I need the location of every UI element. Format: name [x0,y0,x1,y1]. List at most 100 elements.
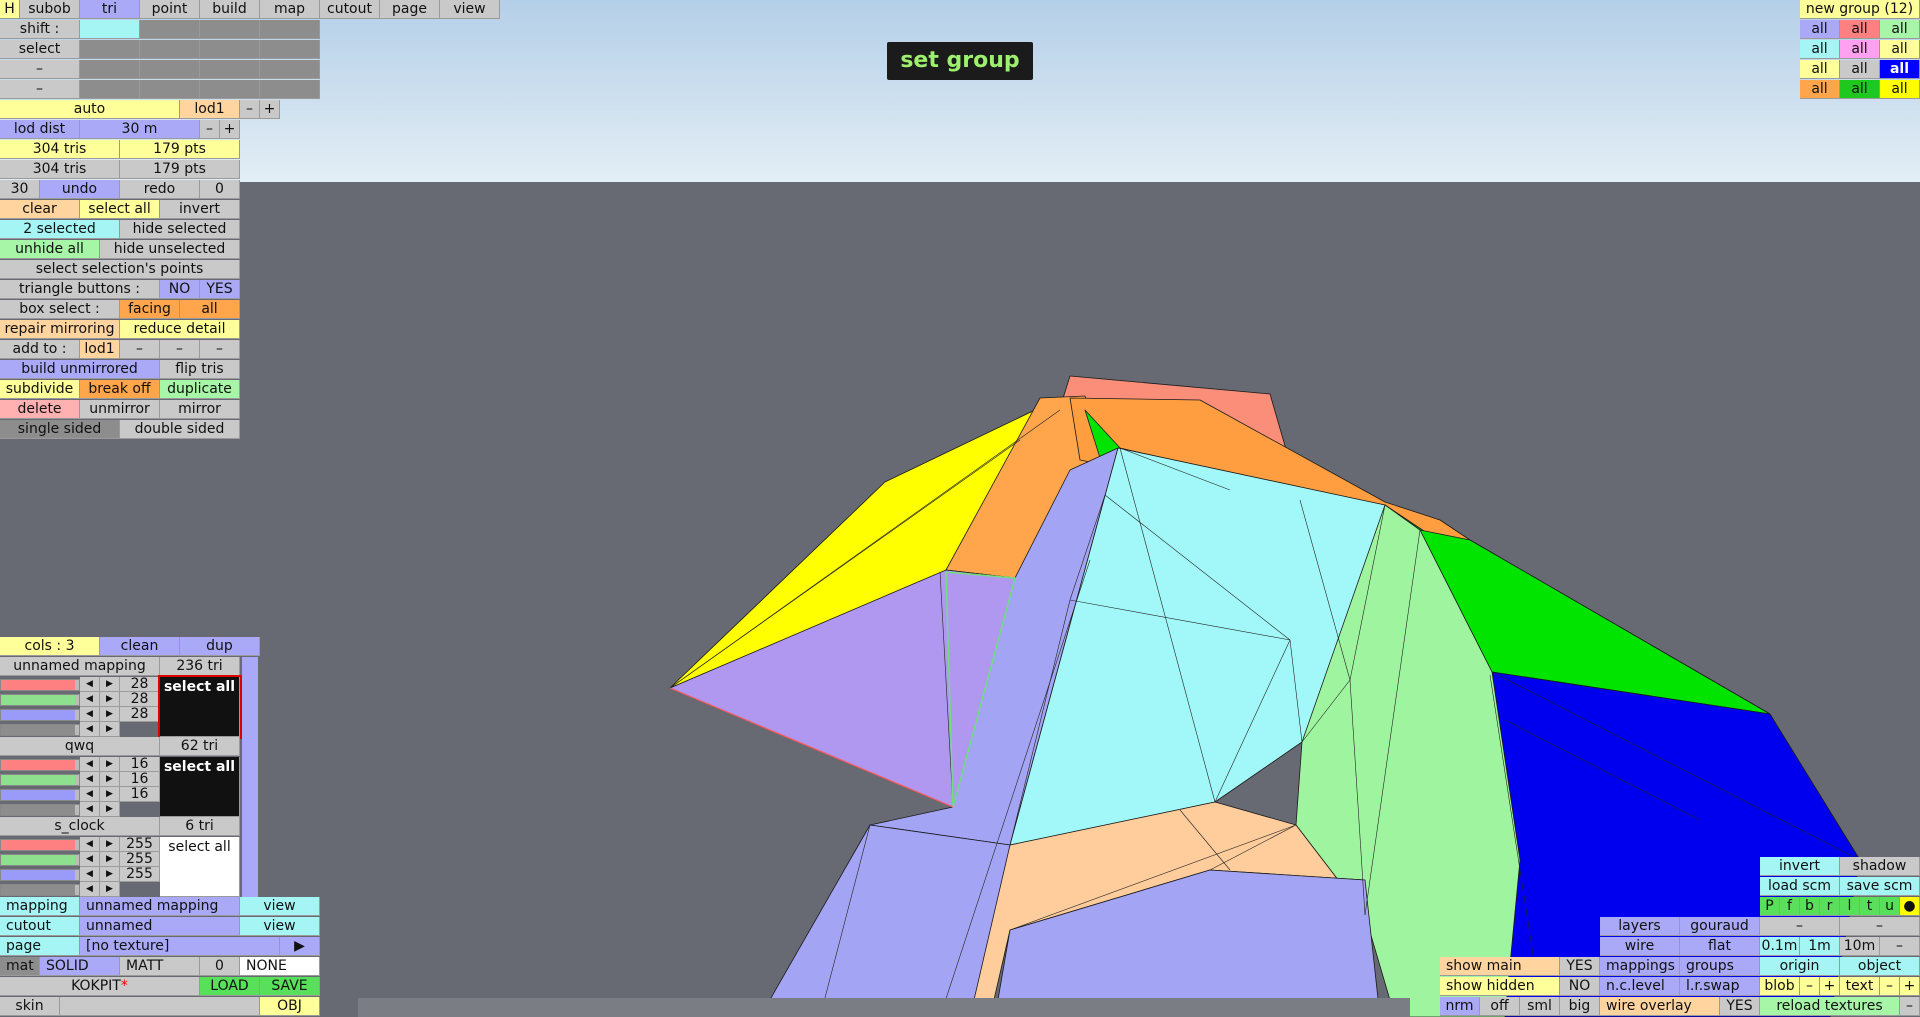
cols-label[interactable]: cols : 3 [0,637,100,656]
dash-slot[interactable] [200,80,260,99]
auto-button[interactable]: auto [0,100,180,119]
view-letter-button[interactable]: P [1760,897,1780,916]
view-letter-button[interactable]: u [1880,897,1900,916]
invert-view-button[interactable]: invert [1760,857,1840,876]
matt-button[interactable]: MATT [120,957,200,976]
dash-slot[interactable] [140,60,200,79]
arrow-right-icon[interactable]: ▶ [100,722,120,737]
mapping-swatch[interactable]: select all [158,675,242,739]
select-slot-4[interactable] [260,40,320,59]
tab-tri[interactable]: tri [80,0,140,19]
mapping-name[interactable]: qwq [0,737,160,756]
dup-button[interactable]: dup [180,637,260,656]
play-icon[interactable]: ▶ [280,937,320,956]
color-slider[interactable] [0,724,80,736]
duplicate-button[interactable]: duplicate [160,380,240,399]
redo-button[interactable]: redo [120,180,200,199]
arrow-right-icon[interactable]: ▶ [100,802,120,817]
group-cell[interactable]: all [1800,60,1840,79]
mapping-name[interactable]: unnamed mapping [0,657,160,676]
arrow-left-icon[interactable]: ◀ [80,722,100,737]
grid-1m-button[interactable]: 1m [1800,937,1840,956]
hide-selected-button[interactable]: hide selected [120,220,240,239]
cutout-view-button[interactable]: view [240,917,320,936]
color-slider[interactable] [0,854,80,866]
select-slot-3[interactable] [200,40,260,59]
none-button[interactable]: NONE [240,957,320,976]
tab-subob[interactable]: subob [20,0,80,19]
color-slider[interactable] [0,694,80,706]
reload-minus[interactable]: – [1900,997,1920,1016]
flat-button[interactable]: flat [1680,937,1760,956]
normals-big-button[interactable]: big [1560,997,1600,1016]
dash-slot[interactable] [80,80,140,99]
show-hidden-no[interactable]: NO [1560,977,1600,996]
group-cell[interactable]: all [1880,60,1920,79]
invert-button[interactable]: invert [160,200,240,219]
text-plus[interactable]: + [1900,977,1920,996]
undo-button[interactable]: undo [40,180,120,199]
group-cell[interactable]: all [1840,60,1880,79]
lod-select[interactable]: lod1 [180,100,240,119]
group-cell[interactable]: all [1880,20,1920,39]
single-sided-button[interactable]: single sided [0,420,120,439]
arrow-left-icon[interactable]: ◀ [80,757,100,772]
dash-slot[interactable] [200,60,260,79]
mappings-toggle[interactable]: mappings [1600,957,1680,976]
save-scm-button[interactable]: save scm [1840,877,1920,896]
color-slider[interactable] [0,869,80,881]
unmirror-button[interactable]: unmirror [80,400,160,419]
mapping-view-button[interactable]: view [240,897,320,916]
subdivide-button[interactable]: subdivide [0,380,80,399]
normals-off-button[interactable]: off [1480,997,1520,1016]
dash-button[interactable]: – [1760,917,1840,936]
build-unmirrored-button[interactable]: build unmirrored [0,360,160,379]
add-to-slot[interactable]: – [120,340,160,359]
text-button[interactable]: text [1840,977,1880,996]
repair-mirroring-button[interactable]: repair mirroring [0,320,120,339]
arrow-left-icon[interactable]: ◀ [80,677,100,692]
color-slider[interactable] [0,789,80,801]
arrow-left-icon[interactable]: ◀ [80,692,100,707]
tab-view[interactable]: view [440,0,500,19]
blob-minus[interactable]: – [1800,977,1820,996]
color-slider[interactable] [0,804,80,816]
load-scm-button[interactable]: load scm [1760,877,1840,896]
arrow-left-icon[interactable]: ◀ [80,837,100,852]
arrow-left-icon[interactable]: ◀ [80,787,100,802]
3d-model-viewport[interactable] [0,0,1920,1017]
dash-slot[interactable] [260,80,320,99]
mapping-name[interactable]: s_clock [0,817,160,836]
shadow-button[interactable]: shadow [1840,857,1920,876]
group-cell[interactable]: all [1800,20,1840,39]
triangle-buttons-no[interactable]: NO [160,280,200,299]
group-cell[interactable]: all [1880,40,1920,59]
arrow-right-icon[interactable]: ▶ [100,677,120,692]
arrow-left-icon[interactable]: ◀ [80,802,100,817]
lod-minus-button[interactable]: – [240,100,260,119]
arrow-right-icon[interactable]: ▶ [100,757,120,772]
mapping-swatch[interactable]: select all [160,837,240,897]
text-minus[interactable]: – [1880,977,1900,996]
nc-level-button[interactable]: n.c.level [1600,977,1680,996]
hide-unselected-button[interactable]: hide unselected [100,240,240,259]
nrm-button[interactable]: nrm [1440,997,1480,1016]
add-to-slot[interactable]: – [200,340,240,359]
view-letter-button[interactable]: ● [1900,897,1920,916]
arrow-right-icon[interactable]: ▶ [100,867,120,882]
mapping-swatch[interactable]: select all [160,757,240,817]
arrow-left-icon[interactable]: ◀ [80,707,100,722]
clean-button[interactable]: clean [100,637,180,656]
arrow-right-icon[interactable]: ▶ [100,692,120,707]
group-cell[interactable]: all [1880,80,1920,99]
shift-slot-1[interactable] [80,20,140,39]
dash-button[interactable]: – [1840,917,1920,936]
shift-slot-3[interactable] [200,20,260,39]
color-slider[interactable] [0,759,80,771]
view-letter-button[interactable]: b [1800,897,1820,916]
group-cell[interactable]: all [1800,80,1840,99]
dash-slot[interactable] [80,60,140,79]
lod-dist-minus[interactable]: – [200,120,220,139]
arrow-right-icon[interactable]: ▶ [100,837,120,852]
reduce-detail-button[interactable]: reduce detail [120,320,240,339]
